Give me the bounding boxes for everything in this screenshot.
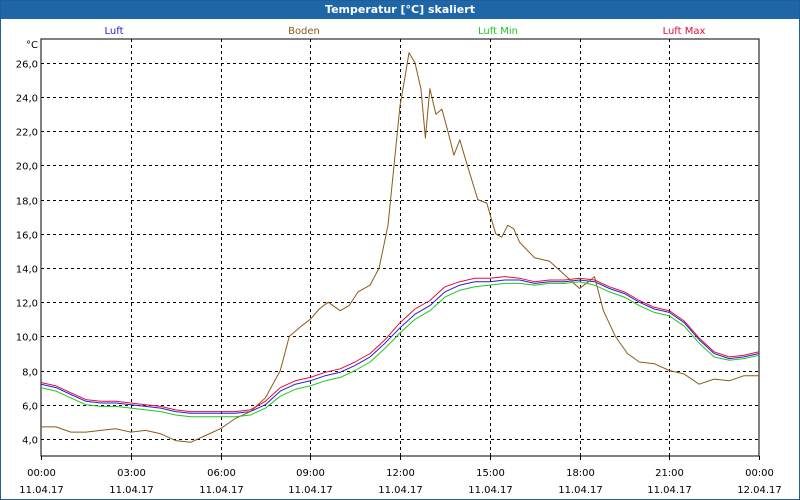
y-tick-label: 12,0 bbox=[16, 299, 38, 310]
x-tick-date: 11.04.17 bbox=[647, 485, 692, 496]
y-tick-label: 8,0 bbox=[22, 368, 38, 379]
x-tick-date: 11.04.17 bbox=[19, 485, 64, 496]
y-tick-label: 24,0 bbox=[16, 94, 38, 105]
y-tick-label: 16,0 bbox=[16, 231, 38, 242]
legend-entry-luft-min: Luft Min bbox=[478, 26, 518, 37]
x-tick-time: 21:00 bbox=[655, 468, 684, 479]
x-tick-time: 15:00 bbox=[476, 468, 505, 479]
x-tick-time: 12:00 bbox=[386, 468, 415, 479]
y-tick-label: 20,0 bbox=[16, 162, 38, 173]
x-tick-date: 11.04.17 bbox=[109, 485, 154, 496]
x-tick-time: 09:00 bbox=[296, 468, 325, 479]
x-tick-time: 03:00 bbox=[117, 468, 146, 479]
y-tick-label: 26,0 bbox=[16, 60, 38, 71]
legend-entry-luft: Luft bbox=[105, 26, 124, 37]
legend: Luft Boden Luft Min Luft Max bbox=[105, 26, 706, 37]
y-tick-label: 18,0 bbox=[16, 197, 38, 208]
legend-entry-boden: Boden bbox=[288, 26, 320, 37]
x-tick-date: 11.04.17 bbox=[199, 485, 244, 496]
legend-entry-luft-max: Luft Max bbox=[663, 26, 706, 37]
x-tick-date: 12.04.17 bbox=[737, 485, 782, 496]
y-tick-label: 14,0 bbox=[16, 265, 38, 276]
y-axis: 4,0 6,0 8,0 10,0 12,0 14,0 16,0 18,0 20,0 22,0 24,… bbox=[16, 40, 38, 447]
y-tick-label: 4,0 bbox=[22, 436, 38, 447]
x-tick-date: 11.04.17 bbox=[378, 485, 423, 496]
x-tick-date: 11.04.17 bbox=[558, 485, 603, 496]
x-tick-date: 11.04.17 bbox=[288, 485, 333, 496]
x-tick-time: 00:00 bbox=[745, 468, 774, 479]
x-tick-date: 11.04.17 bbox=[468, 485, 513, 496]
series-line-luft-min bbox=[40, 281, 760, 418]
x-tick-time: 06:00 bbox=[207, 468, 236, 479]
y-tick-label: 6,0 bbox=[22, 402, 38, 413]
x-tick-time: 18:00 bbox=[566, 468, 595, 479]
y-unit-label: °C bbox=[26, 40, 38, 51]
series-line-luft-max bbox=[40, 276, 760, 413]
x-axis: 00:00 11.04.17 03:00 11.04.17 06:00 11.04.17 0… bbox=[19, 456, 782, 496]
x-tick-time: 00:00 bbox=[27, 468, 56, 479]
grid bbox=[40, 38, 760, 457]
chart-window: Temperatur [°C] skaliert 4,0 6,0 8,0 10,0 12… bbox=[0, 0, 800, 500]
y-tick-label: 10,0 bbox=[16, 333, 38, 344]
y-tick-label: 22,0 bbox=[16, 128, 38, 139]
temperature-chart[interactable]: 4,0 6,0 8,0 10,0 12,0 14,0 16,0 18,0 20,0 22,0 24,… bbox=[1, 1, 799, 499]
